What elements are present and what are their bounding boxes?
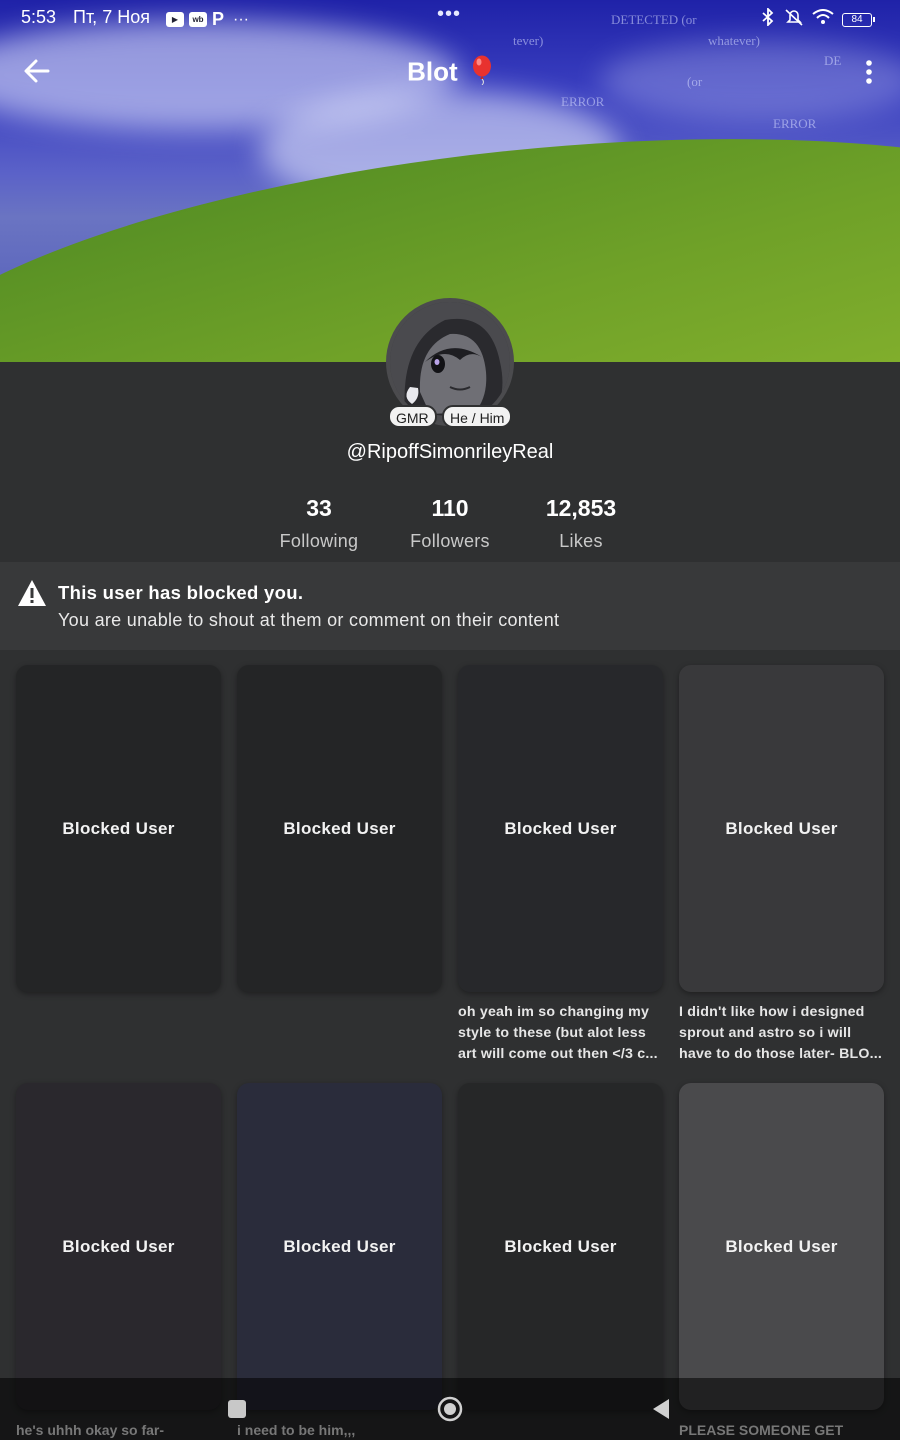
notch-dots: ••• bbox=[437, 3, 462, 25]
post-card-label: Blocked User bbox=[725, 818, 838, 838]
post-card-label: Blocked User bbox=[504, 1236, 617, 1256]
status-app-icons: ▶ wb P ··· bbox=[166, 9, 249, 30]
post-card-label: Blocked User bbox=[62, 1236, 175, 1256]
post-card[interactable]: Blocked User bbox=[679, 665, 884, 992]
post-caption[interactable]: i need to be him,,, bbox=[237, 1422, 355, 1438]
stat-likes: 12,853 Likes bbox=[511, 495, 651, 552]
post-card-label: Blocked User bbox=[283, 818, 396, 838]
bell-off-icon bbox=[784, 8, 804, 31]
home-icon[interactable] bbox=[437, 1396, 463, 1422]
youtube-icon: ▶ bbox=[166, 12, 184, 27]
stat-followers[interactable]: 110 Followers bbox=[380, 495, 520, 552]
stat-followers-value: 110 bbox=[431, 495, 469, 521]
status-date: Пт, 7 Ноя bbox=[73, 7, 150, 27]
more-vertical-icon bbox=[866, 60, 872, 84]
post-card-label: Blocked User bbox=[504, 818, 617, 838]
post-card-label: Blocked User bbox=[725, 1236, 838, 1256]
stat-likes-value: 12,853 bbox=[545, 495, 617, 521]
stat-following-value: 33 bbox=[306, 495, 332, 521]
banner-text: ERROR bbox=[773, 116, 817, 131]
status-icons: 84 bbox=[760, 6, 875, 31]
notice-body: You are unable to shout at them or comme… bbox=[58, 610, 560, 630]
post-card[interactable]: Blocked User bbox=[237, 665, 442, 992]
stat-following[interactable]: 33 Following bbox=[249, 495, 389, 552]
wb-icon: wb bbox=[189, 12, 207, 27]
blocked-notice: This user has blocked you. You are unabl… bbox=[0, 562, 900, 650]
post-caption[interactable]: PLEASE SOMEONE GET bbox=[679, 1422, 843, 1438]
avatar-image bbox=[390, 302, 510, 422]
status-time: 5:53 bbox=[21, 7, 57, 27]
badge-pronouns: He / Him bbox=[442, 405, 513, 428]
bluetooth-icon bbox=[760, 6, 776, 31]
page-title: Blot bbox=[0, 55, 900, 92]
post-card[interactable]: Blocked User bbox=[16, 665, 221, 992]
post-card-label: Blocked User bbox=[283, 1236, 396, 1256]
warning-icon bbox=[17, 579, 47, 607]
post-card[interactable]: Blocked User bbox=[16, 1083, 221, 1410]
status-bar: 5:53 Пт, 7 Ноя ▶ wb P ··· ••• 84 bbox=[0, 0, 900, 36]
post-card[interactable]: Blocked User bbox=[679, 1083, 884, 1410]
p-app-icon: P bbox=[212, 9, 225, 29]
notice-title: This user has blocked you. bbox=[58, 582, 304, 603]
stat-following-label: Following bbox=[279, 531, 359, 551]
system-nav-bar: he's uhhh okay so far- i need to be him,… bbox=[0, 1378, 900, 1440]
battery-icon: 84 bbox=[842, 12, 875, 27]
banner-text: ERROR bbox=[561, 94, 605, 109]
post-caption[interactable]: oh yeah im so changing my style to these… bbox=[458, 1002, 666, 1066]
stat-likes-label: Likes bbox=[559, 531, 603, 551]
page-title-text: Blot bbox=[407, 56, 458, 87]
post-caption[interactable]: he's uhhh okay so far- bbox=[16, 1422, 164, 1438]
post-card[interactable]: Blocked User bbox=[458, 1083, 663, 1410]
balloon-icon bbox=[471, 55, 493, 92]
recents-icon[interactable] bbox=[228, 1400, 246, 1418]
post-caption[interactable]: I didn't like how i designed sprout and … bbox=[679, 1002, 887, 1066]
profile-handle: @RipoffSimonrileyReal bbox=[346, 441, 554, 463]
more-options-button[interactable] bbox=[858, 56, 880, 88]
back-icon[interactable] bbox=[651, 1398, 671, 1420]
post-card-label: Blocked User bbox=[62, 818, 175, 838]
wifi-icon bbox=[812, 9, 834, 30]
post-card[interactable]: Blocked User bbox=[237, 1083, 442, 1410]
badge-gmr: GMR bbox=[388, 405, 437, 428]
stat-followers-label: Followers bbox=[410, 531, 490, 551]
status-overflow: ··· bbox=[233, 10, 249, 28]
post-card[interactable]: Blocked User bbox=[458, 665, 663, 992]
